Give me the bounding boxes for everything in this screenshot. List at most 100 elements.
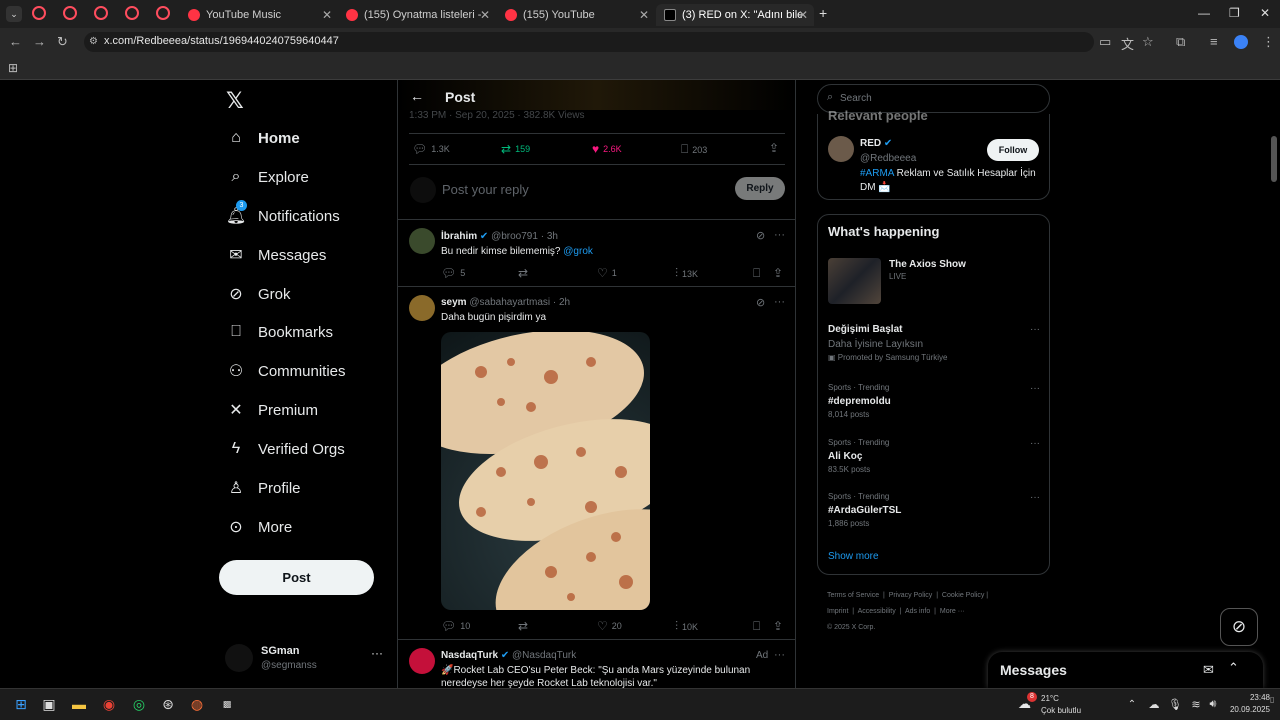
repost-stat[interactable]: ⇄ 159 [501, 142, 530, 156]
bookmark-button[interactable]: ⎕ [753, 266, 764, 281]
more-dots-icon[interactable]: ··· [1030, 492, 1040, 503]
forward-icon[interactable]: → [33, 34, 46, 49]
tab-youtube-music[interactable]: YouTube Music ✕ [180, 4, 338, 26]
trend-item[interactable]: Sports · Trending #depremoldu 8,014 post… [828, 383, 1040, 427]
promoted-tweet[interactable]: NasdaqTurk ✔ @NasdaqTurk Ad ··· 🚀Rocket … [398, 641, 795, 688]
show-more-link[interactable]: Show more [828, 551, 879, 562]
expand-icon[interactable]: ⌃ [1228, 660, 1239, 676]
grok-float-button[interactable]: ⊘ [1220, 608, 1258, 646]
reply-tweet[interactable]: seym @sabahayartmasi · 2h ⊘ ··· Daha bug… [398, 288, 795, 640]
reply-tweet[interactable]: İbrahim ✔ @broo791 · 3h ⊘ ··· Bu nedir k… [398, 221, 795, 287]
sidebar-item-premium[interactable]: ✕ Premium [226, 400, 318, 420]
url-field[interactable]: x.com/Redbeeea/status/196944024075964044… [84, 32, 1094, 52]
post-button[interactable]: Post [219, 560, 374, 595]
new-tab-button[interactable]: + [819, 5, 827, 21]
site-info-icon[interactable]: ⚙ [89, 36, 98, 47]
file-explorer-icon[interactable]: ▬ [69, 694, 89, 714]
sidebar-item-grok[interactable]: ⊘ Grok [226, 284, 290, 304]
repost-count[interactable]: ⇄ [518, 619, 532, 633]
reply-count[interactable]: 💬︎ 10 [441, 619, 470, 633]
chrome-icon[interactable]: ◉ [99, 694, 119, 714]
live-event[interactable]: The Axios Show LIVE [828, 258, 1040, 308]
x-logo-icon[interactable]: 𝕏 [226, 88, 244, 114]
close-icon[interactable]: ✕ [639, 8, 649, 22]
account-switcher[interactable]: SGman @segmanss ··· [219, 640, 389, 676]
more-dots-icon[interactable]: ··· [1030, 438, 1040, 449]
weather-widget[interactable]: ☁ 8 21°C Çok bulutlu [1018, 692, 1108, 718]
minimize-button[interactable]: — [1198, 6, 1210, 20]
start-icon[interactable]: ⊞ [11, 694, 31, 714]
more-dots-icon[interactable]: ··· [1030, 324, 1040, 335]
extensions-icon[interactable]: ⧉ [1176, 34, 1185, 50]
view-count[interactable]: ⫶ 10K [675, 619, 698, 634]
view-count[interactable]: ⫶ 13K [675, 266, 698, 281]
tab-youtube[interactable]: (155) YouTube ✕ [497, 4, 655, 26]
pinned-tab-icon[interactable] [156, 6, 170, 20]
sidebar-item-bookmarks[interactable]: ⎕ Bookmarks [226, 322, 333, 342]
sidebar-item-explore[interactable]: ⌕ Explore [226, 167, 309, 187]
reload-icon[interactable]: ↻ [57, 34, 68, 50]
volume-icon[interactable]: 🔊︎ [1203, 694, 1223, 714]
sidebar-item-messages[interactable]: ✉ Messages [226, 245, 326, 265]
install-app-icon[interactable]: ▭ [1099, 34, 1111, 50]
follow-button[interactable]: Follow [987, 139, 1039, 161]
grok-icon[interactable]: ⊘ [756, 296, 765, 309]
clock[interactable]: 23:48 20.09.2025 [1224, 692, 1270, 716]
bookmark-stat[interactable]: ⎕ 203 [681, 142, 707, 157]
pinned-tab-icon[interactable] [63, 6, 77, 20]
reply-button[interactable]: Reply [735, 177, 785, 200]
bookmark-star-icon[interactable]: ☆ [1142, 34, 1154, 50]
more-dots-icon[interactable]: ··· [1030, 383, 1040, 394]
pinned-tab-icon[interactable] [32, 6, 46, 20]
sidebar-item-verified-orgs[interactable]: ϟ Verified Orgs [226, 439, 345, 459]
reply-input[interactable]: Post your reply [442, 182, 529, 197]
close-icon[interactable]: ✕ [798, 8, 808, 22]
task-view-icon[interactable]: ▣ [39, 694, 59, 714]
close-icon[interactable]: ✕ [480, 8, 490, 22]
avatar[interactable] [828, 136, 854, 162]
share-button[interactable]: ⇪ [773, 619, 787, 633]
epic-games-icon[interactable]: ▩ [217, 694, 237, 714]
apps-icon[interactable]: ⊞ [8, 61, 18, 75]
profile-avatar[interactable] [1234, 35, 1248, 49]
tab-x-post[interactable]: (3) RED on X: "Adını bilen çıkma✕ [656, 4, 814, 26]
tab-search-button[interactable]: ⌄ [6, 6, 22, 22]
browser-menu-icon[interactable]: ⋮ [1262, 34, 1275, 50]
pinned-tab-icon[interactable] [94, 6, 108, 20]
tab-playlists[interactable]: (155) Oynatma listeleri - YouTube✕ [338, 4, 496, 26]
sidebar-item-communities[interactable]: ⚇ Communities [226, 361, 346, 381]
tray-overflow-icon[interactable]: ⌃ [1122, 694, 1142, 714]
share-button[interactable]: ⇪ [773, 266, 787, 280]
more-dots-icon[interactable]: ··· [774, 296, 785, 308]
reply-count[interactable]: 💬︎ 5 [441, 266, 465, 280]
attached-photo[interactable] [441, 332, 650, 610]
sidebar-item-notifications[interactable]: 🔔︎ 3 Notifications [226, 200, 340, 226]
trend-item[interactable]: Sports · Trending Ali Koç 83.5K posts ··… [828, 438, 1040, 482]
back-icon[interactable]: ← [9, 34, 22, 49]
close-window-button[interactable]: ✕ [1260, 6, 1270, 20]
firefox-icon[interactable]: ◍ [187, 694, 207, 714]
like-stat[interactable]: ♥ 2.6K [592, 142, 622, 156]
back-arrow-icon[interactable]: ← [410, 88, 424, 104]
sidebar-item-profile[interactable]: ♙ Profile [226, 478, 301, 498]
reply-stat[interactable]: 💬︎ 1.3K [412, 142, 450, 156]
new-message-icon[interactable]: ✉ [1203, 662, 1214, 678]
promoted-trend[interactable]: Değişimi Başlat Daha İyisine Layıksın ▣ … [828, 324, 1040, 368]
steam-icon[interactable]: ⊛ [158, 694, 178, 714]
microphone-icon[interactable]: 🎙︎ [1165, 694, 1185, 714]
whatsapp-icon[interactable]: ◎ [129, 694, 149, 714]
bookmark-button[interactable]: ⎕ [753, 619, 764, 634]
more-dots-icon[interactable]: ··· [774, 229, 785, 241]
sidebar-item-more[interactable]: ⊙ More [226, 517, 292, 537]
repost-count[interactable]: ⇄ [518, 266, 532, 280]
share-button[interactable]: ⇪ [769, 141, 783, 155]
translate-icon[interactable]: 文 [1121, 34, 1134, 53]
trend-item[interactable]: Sports · Trending #ArdaGülerTSL 1,886 po… [828, 492, 1040, 536]
grok-icon[interactable]: ⊘ [756, 229, 765, 242]
onedrive-icon[interactable]: ☁ [1144, 694, 1164, 714]
show-desktop-icon[interactable]: ▯ [1270, 695, 1274, 704]
more-dots-icon[interactable]: ··· [774, 649, 785, 661]
page-scrollbar[interactable] [1271, 136, 1277, 182]
media-controls-icon[interactable]: ≡ [1210, 34, 1218, 49]
sidebar-item-home[interactable]: ⌂ Home [226, 128, 300, 148]
